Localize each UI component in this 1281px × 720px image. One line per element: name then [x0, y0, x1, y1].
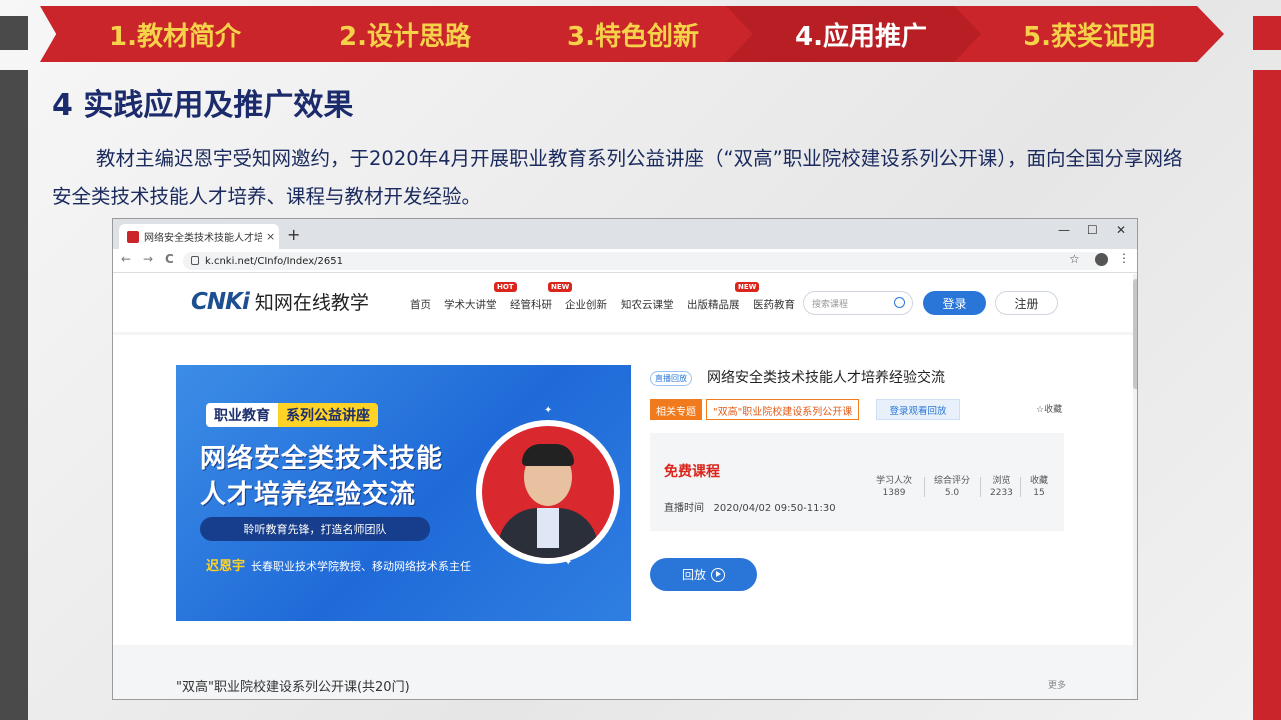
free-course-label: 免费课程 [664, 464, 720, 480]
play-icon [711, 567, 725, 582]
new-badge-1: NEW [548, 282, 573, 292]
speaker-name: 迟恩宇 [206, 559, 246, 574]
menu-publishing[interactable]: 出版精品展 [687, 297, 740, 312]
banner-title: 网络安全类技术技能 人才培养经验交流 [200, 441, 443, 513]
back-icon[interactable]: ← [121, 252, 131, 266]
menu-medicine[interactable]: 医药教育 [753, 297, 795, 312]
course-banner[interactable]: 职业教育 系列公益讲座 网络安全类技术技能 人才培养经验交流 聆听教育先锋，打造… [176, 365, 631, 621]
favorite-button[interactable]: ☆收藏 [1036, 402, 1062, 415]
cnki-logo[interactable]: CNKi 知网在线教学 [191, 288, 369, 315]
avatar-hair [522, 444, 574, 466]
tab-close-icon[interactable]: × [266, 230, 275, 243]
related-label: 相关专题 [650, 399, 702, 420]
stat-divider [980, 477, 981, 497]
course-stats-panel: 免费课程 直播时间 2020/04/02 09:50-11:30 学习人次 138… [650, 433, 1064, 531]
bookmark-star-icon[interactable]: ☆ [1069, 252, 1080, 266]
page-title: 4 实践应用及推广效果 [52, 88, 354, 123]
time-value: 2020/04/02 09:50-11:30 [713, 503, 836, 514]
nav-item-5[interactable]: 5.获奖证明 [954, 6, 1224, 62]
login-replay-button[interactable]: 登录观看回放 [876, 399, 960, 420]
close-window-icon[interactable]: ✕ [1116, 223, 1126, 237]
banner-title-line2: 人才培养经验交流 [200, 480, 417, 510]
favicon-icon [127, 230, 139, 243]
stat-rating: 综合评分 5.0 [934, 476, 971, 498]
nav-item-4-active[interactable]: 4.应用推广 [726, 6, 996, 62]
replay-button[interactable]: 回放 [650, 558, 757, 591]
menu-agri[interactable]: 知农云课堂 [621, 297, 674, 312]
avatar-photo [482, 426, 614, 558]
stat-learners: 学习人次 1389 [876, 476, 913, 498]
site-header: CNKi 知网在线教学 首页 学术大讲堂 HOT 经管科研 NEW 企业创新 知… [113, 274, 1137, 332]
course-title: 网络安全类技术技能人才培养经验交流 [707, 370, 945, 386]
login-button[interactable]: 登录 [923, 291, 986, 315]
banner-speaker: 迟恩宇 长春职业技术学院教授、移动网络技术系主任 [206, 555, 471, 574]
speaker-avatar [476, 420, 620, 564]
right-accent-bar [1253, 70, 1281, 720]
banner-title-line1: 网络安全类技术技能 [200, 444, 444, 474]
new-tab-icon[interactable]: + [287, 225, 300, 244]
menu-lecture[interactable]: 学术大讲堂 [444, 297, 497, 312]
banner-tag: 职业教育 系列公益讲座 [206, 403, 378, 427]
time-label: 直播时间 [664, 503, 704, 514]
minimize-icon[interactable]: — [1058, 223, 1070, 237]
forward-icon[interactable]: → [143, 252, 153, 266]
speaker-desc: 长春职业技术学院教授、移动网络技术系主任 [251, 560, 472, 573]
url-text: k.cnki.net/CInfo/Index/2651 [205, 255, 343, 267]
menu-management[interactable]: 经管科研 [510, 297, 552, 312]
logo-mark: CNKi [191, 288, 250, 315]
hot-badge: HOT [494, 282, 517, 292]
live-replay-tag: 直播回放 [650, 371, 692, 386]
new-badge-2: NEW [735, 282, 760, 292]
browser-window: 网络安全类技术技能人才培养经验交流 × + — ☐ ✕ ← → C k.cnki… [112, 218, 1138, 700]
sparkle-icon: ✦ [544, 405, 553, 416]
nav-item-3[interactable]: 3.特色创新 [498, 6, 768, 62]
search-placeholder: 搜索课程 [812, 299, 849, 310]
url-field[interactable]: k.cnki.net/CInfo/Index/2651 [183, 252, 1103, 270]
tab-title: 网络安全类技术技能人才培养经验交流 [144, 233, 262, 244]
section-nav: 1.教材简介 2.设计思路 3.特色创新 4.应用推广 5.获奖证明 [40, 0, 1225, 66]
right-accent-top [1253, 16, 1281, 50]
scrollbar-thumb[interactable] [1133, 279, 1137, 389]
search-input[interactable]: 搜索课程 [803, 291, 913, 315]
banner-slogan: 聆听教育先锋，打造名师团队 [200, 517, 430, 541]
nav-item-2[interactable]: 2.设计思路 [270, 6, 540, 62]
browser-tab[interactable]: 网络安全类技术技能人才培养经验交流 × [119, 224, 279, 249]
stat-divider [924, 477, 925, 497]
left-accent-top [0, 16, 28, 50]
address-bar: ← → C k.cnki.net/CInfo/Index/2651 ☆ ⋮ [113, 249, 1137, 273]
logo-text: 知网在线教学 [254, 292, 369, 314]
stat-views: 浏览 2233 [990, 476, 1013, 498]
account-icon[interactable] [1095, 253, 1108, 266]
reload-icon[interactable]: C [165, 252, 174, 266]
replay-label: 回放 [681, 568, 706, 582]
banner-tag-1: 职业教育 [206, 403, 278, 427]
banner-tag-2: 系列公益讲座 [278, 403, 378, 427]
maximize-icon[interactable]: ☐ [1087, 223, 1098, 237]
stat-favorites: 收藏 15 [1030, 476, 1049, 498]
more-link[interactable]: 更多 [1048, 678, 1066, 691]
tab-bar: 网络安全类技术技能人才培养经验交流 × + — ☐ ✕ [113, 219, 1137, 249]
register-button[interactable]: 注册 [995, 291, 1058, 315]
menu-enterprise[interactable]: 企业创新 [565, 297, 607, 312]
lock-icon [191, 256, 199, 265]
menu-home[interactable]: 首页 [410, 297, 431, 312]
description-paragraph: 教材主编迟恩宇受知网邀约，于2020年4月开展职业教育系列公益讲座（“双高”职业… [52, 147, 1183, 208]
kebab-menu-icon[interactable]: ⋮ [1118, 251, 1130, 265]
live-time: 直播时间 2020/04/02 09:50-11:30 [664, 499, 836, 514]
related-topic-link[interactable]: "双高"职业院校建设系列公开课 [706, 399, 860, 420]
series-title: "双高"职业院校建设系列公开课(共20门) [176, 680, 410, 695]
left-accent-bar [0, 70, 28, 720]
nav-item-1[interactable]: 1.教材简介 [40, 6, 310, 62]
avatar-shirt [537, 508, 559, 548]
search-icon[interactable] [894, 297, 905, 308]
stat-divider [1020, 477, 1021, 497]
sparkle-icon: ✦ [564, 557, 573, 568]
